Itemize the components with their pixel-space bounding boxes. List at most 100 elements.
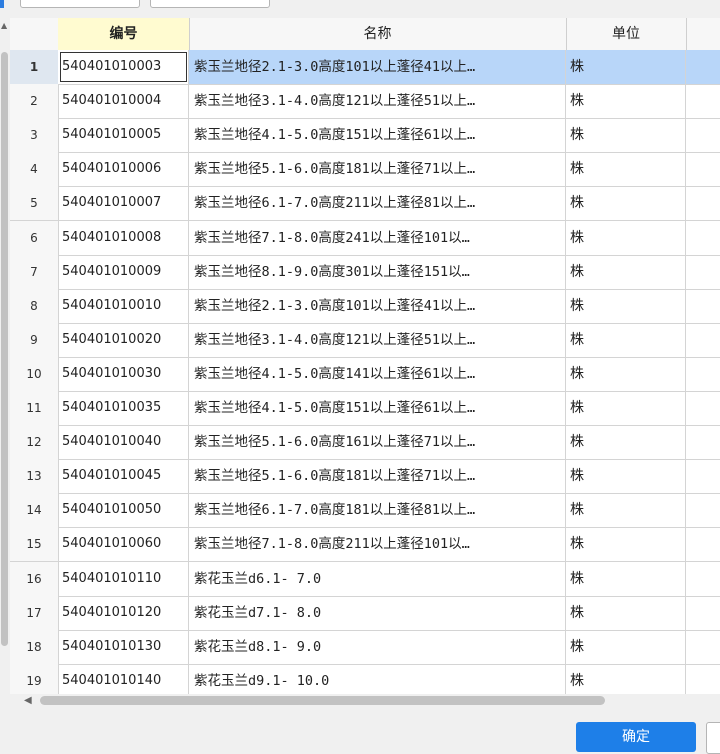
cell-unit[interactable]: 株: [566, 629, 686, 664]
cell-unit[interactable]: 株: [566, 391, 686, 425]
header-code[interactable]: 编号: [58, 18, 190, 50]
cell-name[interactable]: 紫花玉兰d7.1- 8.0: [189, 595, 566, 630]
cell-unit[interactable]: 株: [566, 356, 686, 391]
cell-extra[interactable]: [686, 425, 720, 459]
cell-code[interactable]: 540401010050: [58, 493, 189, 528]
cell-code[interactable]: 540401010005: [58, 118, 189, 153]
table-row[interactable]: 1 540401010003 紫玉兰地径2.1-3.0高度101以上蓬径41以上… 株: [10, 50, 720, 85]
cell-unit[interactable]: 株: [566, 493, 686, 528]
cell-unit[interactable]: 株: [566, 118, 686, 153]
cell-unit[interactable]: 株: [566, 663, 686, 694]
cell-code[interactable]: 540401010035: [58, 391, 189, 425]
cell-unit[interactable]: 株: [566, 595, 686, 630]
vertical-scrollbar[interactable]: ▲: [0, 18, 10, 708]
cell-unit[interactable]: 株: [566, 459, 686, 494]
cell-name[interactable]: 紫玉兰地径6.1-7.0高度211以上蓬径81以上…: [189, 186, 566, 221]
cell-code[interactable]: 540401010030: [58, 356, 189, 391]
toolbar-button-1[interactable]: [20, 0, 140, 8]
table-row[interactable]: 9 540401010020 紫玉兰地径3.1-4.0高度121以上蓬径51以上… 株: [10, 322, 720, 358]
cell-code[interactable]: 540401010040: [58, 425, 189, 460]
table-row[interactable]: 6 540401010008 紫玉兰地径7.1-8.0高度241以上蓬径101以… 株: [10, 220, 720, 256]
cell-name[interactable]: 紫玉兰地径3.1-4.0高度121以上蓬径51以上…: [189, 84, 566, 119]
horizontal-scrollbar[interactable]: ◀: [10, 694, 720, 708]
header-name[interactable]: 名称: [189, 18, 567, 50]
cell-name[interactable]: 紫玉兰地径2.1-3.0高度101以上蓬径41以上…: [189, 288, 566, 323]
cell-extra[interactable]: [686, 255, 720, 289]
table-row[interactable]: 5 540401010007 紫玉兰地径6.1-7.0高度211以上蓬径81以上… 株: [10, 186, 720, 222]
table-row[interactable]: 7 540401010009 紫玉兰地径8.1-9.0高度301以上蓬径151以… 株: [10, 254, 720, 290]
cell-code[interactable]: 540401010007: [58, 186, 189, 221]
table-row[interactable]: 8 540401010010 紫玉兰地径2.1-3.0高度101以上蓬径41以上… 株: [10, 288, 720, 324]
cell-extra[interactable]: [686, 562, 720, 596]
cell-name[interactable]: 紫玉兰地径3.1-4.0高度121以上蓬径51以上…: [189, 322, 566, 357]
cell-extra[interactable]: [686, 289, 720, 323]
cell-unit[interactable]: 株: [566, 288, 686, 323]
cell-name[interactable]: 紫玉兰地径4.1-5.0高度151以上蓬径61以上…: [189, 118, 566, 153]
cell-unit[interactable]: 株: [566, 84, 686, 119]
cell-unit[interactable]: 株: [566, 50, 686, 84]
cell-name[interactable]: 紫玉兰地径5.1-6.0高度181以上蓬径71以上…: [189, 459, 566, 494]
cell-code[interactable]: 540401010004: [58, 84, 189, 119]
horizontal-scroll-thumb[interactable]: [40, 696, 605, 705]
cell-extra[interactable]: [686, 391, 720, 425]
cell-extra[interactable]: [686, 493, 720, 527]
cell-code[interactable]: 540401010009: [58, 254, 189, 289]
cell-name[interactable]: 紫玉兰地径8.1-9.0高度301以上蓬径151以…: [189, 254, 566, 289]
table-row[interactable]: 17 540401010120 紫花玉兰d7.1- 8.0 株: [10, 595, 720, 631]
table-row[interactable]: 18 540401010130 紫花玉兰d8.1- 9.0 株: [10, 629, 720, 665]
cell-code[interactable]: 540401010045: [58, 459, 189, 494]
cell-code[interactable]: 540401010140: [58, 663, 189, 694]
table-row[interactable]: 13 540401010045 紫玉兰地径5.1-6.0高度181以上蓬径71以上……: [10, 459, 720, 495]
cell-name[interactable]: 紫玉兰地径4.1-5.0高度151以上蓬径61以上…: [189, 391, 566, 425]
table-row[interactable]: 10 540401010030 紫玉兰地径4.1-5.0高度141以上蓬径61以上……: [10, 356, 720, 392]
cell-extra[interactable]: [686, 186, 720, 220]
cell-extra[interactable]: [686, 527, 720, 561]
scroll-up-icon[interactable]: ▲: [1, 22, 7, 30]
cell-name[interactable]: 紫玉兰地径7.1-8.0高度211以上蓬径101以…: [189, 527, 566, 562]
cell-name[interactable]: 紫花玉兰d9.1- 10.0: [189, 663, 566, 694]
scroll-left-icon[interactable]: ◀: [24, 695, 32, 706]
cell-code[interactable]: 540401010003: [58, 50, 189, 84]
cell-unit[interactable]: 株: [566, 254, 686, 289]
cell-name[interactable]: 紫玉兰地径4.1-5.0高度141以上蓬径61以上…: [189, 356, 566, 391]
cell-name[interactable]: 紫玉兰地径6.1-7.0高度181以上蓬径81以上…: [189, 493, 566, 528]
table-row[interactable]: 12 540401010040 紫玉兰地径5.1-6.0高度161以上蓬径71以上……: [10, 425, 720, 461]
cell-name[interactable]: 紫玉兰地径2.1-3.0高度101以上蓬径41以上…: [189, 50, 566, 84]
cell-code[interactable]: 540401010006: [58, 152, 189, 187]
cell-extra[interactable]: [686, 50, 720, 84]
table-row[interactable]: 19 540401010140 紫花玉兰d9.1- 10.0 株: [10, 663, 720, 694]
cell-name[interactable]: 紫花玉兰d8.1- 9.0: [189, 629, 566, 664]
cell-extra[interactable]: [686, 596, 720, 630]
table-row[interactable]: 16 540401010110 紫花玉兰d6.1- 7.0 株: [10, 561, 720, 597]
cell-unit[interactable]: 株: [566, 527, 686, 562]
cell-code[interactable]: 540401010060: [58, 527, 189, 562]
cell-extra[interactable]: [686, 221, 720, 255]
cell-code[interactable]: 540401010130: [58, 629, 189, 664]
table-row[interactable]: 4 540401010006 紫玉兰地径5.1-6.0高度181以上蓬径71以上… 株: [10, 152, 720, 188]
table-row[interactable]: 11 540401010035 紫玉兰地径4.1-5.0高度151以上蓬径61以上……: [10, 391, 720, 426]
cell-unit[interactable]: 株: [566, 220, 686, 255]
cancel-button[interactable]: [706, 722, 720, 754]
table-row[interactable]: 14 540401010050 紫玉兰地径6.1-7.0高度181以上蓬径81以上……: [10, 493, 720, 529]
ok-button[interactable]: 确定: [576, 722, 696, 752]
cell-unit[interactable]: 株: [566, 322, 686, 357]
cell-code[interactable]: 540401010008: [58, 220, 189, 255]
table-row[interactable]: 2 540401010004 紫玉兰地径3.1-4.0高度121以上蓬径51以上… 株: [10, 84, 720, 120]
cell-code[interactable]: 540401010120: [58, 595, 189, 630]
cell-unit[interactable]: 株: [566, 425, 686, 460]
cell-extra[interactable]: [686, 118, 720, 152]
cell-extra[interactable]: [686, 152, 720, 186]
cell-code[interactable]: 540401010010: [58, 288, 189, 323]
cell-extra[interactable]: [686, 630, 720, 664]
cell-code[interactable]: 540401010020: [58, 322, 189, 357]
toolbar-button-2[interactable]: [150, 0, 270, 8]
cell-extra[interactable]: [686, 323, 720, 357]
cell-extra[interactable]: [686, 664, 720, 694]
header-unit[interactable]: 单位: [566, 18, 687, 50]
cell-unit[interactable]: 株: [566, 152, 686, 187]
cell-code[interactable]: 540401010110: [58, 561, 189, 596]
cell-unit[interactable]: 株: [566, 186, 686, 221]
vertical-scroll-thumb[interactable]: [1, 52, 8, 646]
cell-extra[interactable]: [686, 84, 720, 118]
cell-name[interactable]: 紫玉兰地径5.1-6.0高度161以上蓬径71以上…: [189, 425, 566, 460]
